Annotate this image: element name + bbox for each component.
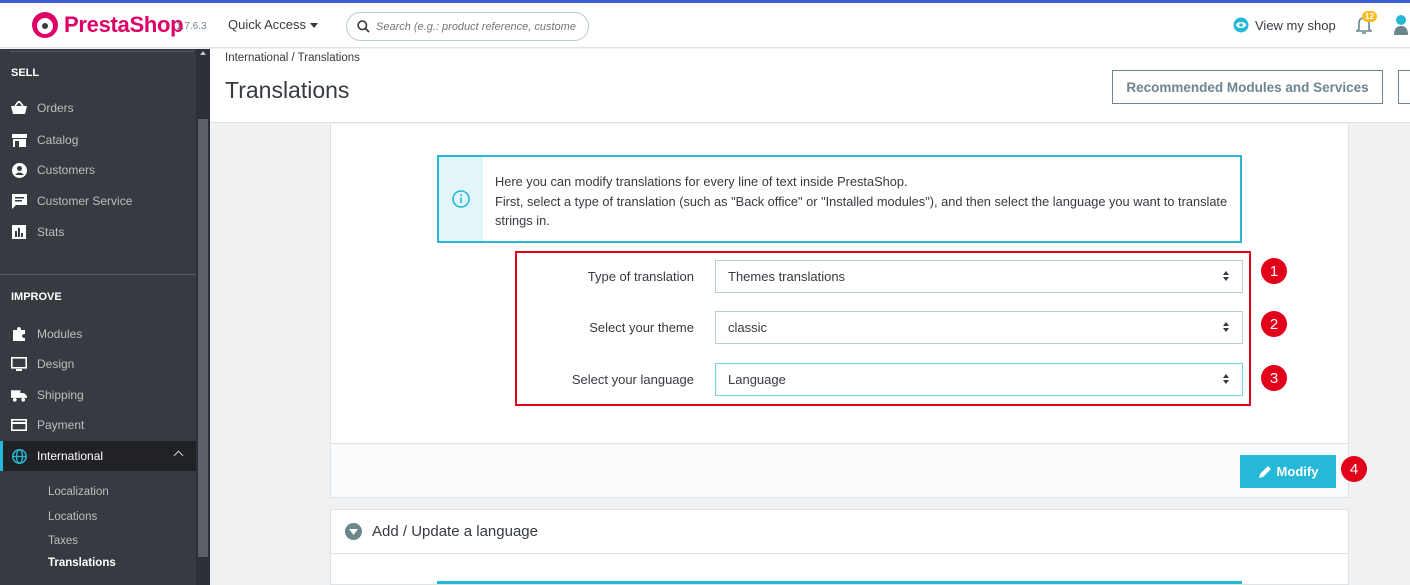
sidebar-item-shipping[interactable]: Shipping — [0, 380, 196, 410]
notification-count-badge: 12 — [1362, 11, 1377, 22]
form-row-language: Select your language Language — [517, 363, 1247, 397]
puffin-logo-icon — [32, 12, 58, 38]
prestashop-logo[interactable]: PrestaShop — [32, 12, 184, 38]
info-text: Here you can modify translations for eve… — [495, 172, 1235, 231]
user-circle-icon — [11, 162, 27, 178]
add-language-title: Add / Update a language — [372, 523, 538, 540]
sidebar-item-label: Design — [37, 357, 75, 371]
store-icon — [11, 132, 27, 148]
type-select[interactable]: Themes translations — [715, 260, 1243, 293]
sidebar-item-international[interactable]: International — [0, 441, 196, 471]
info-line-1: Here you can modify translations for eve… — [495, 174, 908, 189]
sidebar-section-improve: IMPROVE — [11, 291, 62, 303]
caret-down-icon — [310, 23, 319, 29]
theme-select-value: classic — [728, 320, 768, 335]
sidebar-item-orders[interactable]: Orders — [0, 93, 196, 123]
help-button[interactable] — [1398, 70, 1410, 104]
sidebar-item-label: Customers — [37, 163, 96, 177]
sidebar-item-label: Shipping — [37, 388, 84, 402]
view-shop-link[interactable]: View my shop — [1233, 17, 1336, 33]
view-shop-label: View my shop — [1255, 17, 1336, 33]
step-badge-1: 1 — [1261, 258, 1287, 284]
sidebar-item-customer-service[interactable]: Customer Service — [0, 186, 196, 216]
sidebar-section-sell: SELL — [11, 67, 40, 79]
sort-arrows-icon — [1223, 374, 1229, 384]
step-badge-2: 2 — [1261, 311, 1287, 337]
sort-arrows-icon — [1223, 322, 1229, 332]
puzzle-icon — [11, 326, 27, 342]
monitor-icon — [11, 356, 27, 372]
card-icon — [11, 417, 27, 433]
sidebar-item-label: Orders — [37, 101, 74, 115]
modify-button-label: Modify — [1276, 464, 1319, 479]
search-box[interactable] — [346, 12, 589, 41]
basket-icon — [11, 100, 27, 116]
info-alert-side — [439, 157, 483, 241]
card-footer: Modify — [331, 443, 1348, 497]
form-row-theme: Select your theme classic — [517, 311, 1247, 345]
sidebar-item-design[interactable]: Design — [0, 349, 196, 379]
chat-icon — [11, 193, 27, 209]
scrollbar-thumb[interactable] — [198, 119, 208, 557]
scroll-up-arrow-icon[interactable] — [200, 51, 206, 55]
chevron-up-icon — [173, 450, 184, 461]
pencil-icon — [1258, 465, 1271, 478]
page-title: Translations — [225, 77, 350, 103]
sidebar-subitem-taxes[interactable]: Taxes — [48, 535, 78, 547]
language-select-value: Language — [728, 372, 786, 387]
sidebar-item-catalog[interactable]: Catalog — [0, 125, 196, 155]
info-icon — [452, 190, 470, 208]
sidebar-item-label: Stats — [37, 225, 65, 239]
sidebar-subitem-translations[interactable]: Translations — [48, 557, 116, 569]
sidebar-item-stats[interactable]: Stats — [0, 217, 196, 247]
truck-icon — [11, 387, 27, 403]
quick-access-label: Quick Access — [228, 17, 307, 32]
info-alert: Here you can modify translations for eve… — [437, 155, 1242, 243]
sidebar-subitem-locations[interactable]: Locations — [48, 511, 97, 523]
step-badge-3: 3 — [1261, 365, 1287, 391]
recommended-modules-button[interactable]: Recommended Modules and Services — [1112, 70, 1383, 104]
sidebar: SELL Orders Catalog Customers Customer S… — [0, 49, 210, 585]
sidebar-item-label: Catalog — [37, 133, 79, 147]
theme-label: Select your theme — [589, 320, 694, 335]
step-badge-4: 4 — [1341, 456, 1367, 482]
sidebar-item-label: Modules — [37, 327, 83, 341]
sidebar-scrollbar[interactable] — [196, 49, 210, 585]
breadcrumb[interactable]: International / Translations — [225, 52, 360, 64]
version-label: 1.7.6.3 — [176, 21, 207, 32]
search-input[interactable] — [376, 20, 586, 33]
info-line-2: First, select a type of translation (suc… — [495, 193, 1228, 229]
eye-icon — [1233, 17, 1249, 33]
sidebar-item-customers[interactable]: Customers — [0, 155, 196, 185]
logo-text: PrestaShop — [64, 12, 184, 37]
type-label: Type of translation — [587, 269, 694, 284]
sidebar-divider — [10, 51, 194, 52]
sidebar-item-label: Customer Service — [37, 194, 133, 208]
modify-button[interactable]: Modify — [1240, 455, 1336, 488]
info-alert-border — [437, 581, 1242, 584]
globe-icon — [11, 448, 27, 464]
translation-form-card: Here you can modify translations for eve… — [330, 124, 1367, 498]
page-header: International / Translations Translation… — [210, 49, 1410, 123]
language-label: Select your language — [571, 372, 694, 387]
theme-select[interactable]: classic — [715, 311, 1243, 344]
sidebar-item-label: Payment — [37, 418, 85, 432]
sidebar-divider — [0, 274, 196, 275]
sidebar-subitem-localization[interactable]: Localization — [48, 486, 109, 498]
top-bar: PrestaShop 1.7.6.3 Quick Access View my … — [0, 0, 1410, 48]
sidebar-item-payment[interactable]: Payment — [0, 410, 196, 440]
chevron-down-circle-icon[interactable] — [345, 523, 362, 540]
language-select[interactable]: Language — [715, 363, 1243, 396]
bar-chart-icon — [11, 224, 27, 240]
sidebar-item-modules[interactable]: Modules — [0, 319, 196, 349]
sort-arrows-icon — [1223, 271, 1229, 281]
type-select-value: Themes translations — [728, 269, 846, 284]
form-row-type: Type of translation Themes translations — [517, 260, 1247, 294]
employee-avatar-icon[interactable] — [1392, 13, 1410, 42]
add-language-header[interactable]: Add / Update a language — [331, 510, 1348, 554]
search-icon — [357, 20, 370, 33]
sidebar-item-label: International — [37, 449, 104, 463]
quick-access-dropdown[interactable]: Quick Access — [228, 17, 319, 32]
add-language-card: Add / Update a language — [330, 509, 1349, 585]
